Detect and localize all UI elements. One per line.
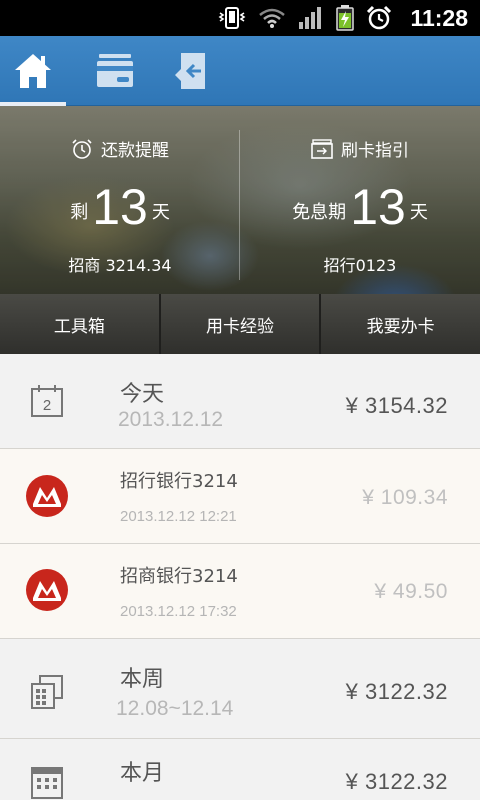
this-week-title: 本周 — [120, 667, 165, 692]
transaction-bank-name: 招商银行3214 — [120, 566, 238, 587]
clock-time: 11:28 — [410, 4, 468, 31]
today-date: 2013.12.12 — [118, 408, 224, 431]
today-title: 今天 — [120, 382, 165, 407]
card-guide-card-info: 招行0123 — [323, 256, 397, 275]
tool-bar: 工具箱 用卡经验 我要办卡 — [0, 294, 480, 354]
card-swipe-icon — [311, 138, 333, 159]
transaction-row[interactable]: 招商银行3214 2013.12.12 17:32 ¥ 49.50 — [0, 544, 480, 639]
transaction-bank-name: 招行银行3214 — [120, 471, 238, 492]
repayment-unit: 天 — [151, 202, 170, 223]
card-return-icon — [175, 53, 205, 89]
interest-free-days: 13 — [350, 179, 406, 235]
spending-list: 2 今天 2013.12.12 ¥ 3154.32 招行银行3214 2013.… — [0, 354, 480, 800]
card-experience-button[interactable]: 用卡经验 — [161, 294, 322, 354]
calendar-week-icon — [31, 675, 63, 709]
cmb-bank-logo-icon — [26, 569, 68, 611]
cmb-bank-logo-icon — [26, 475, 68, 517]
battery-charging-icon — [336, 5, 355, 31]
interest-free-unit: 天 — [409, 202, 428, 223]
tab-card-return[interactable] — [158, 36, 224, 106]
list-item-this-month[interactable]: 本月 ¥ 3122.32 — [0, 739, 480, 800]
transaction-amount: ¥ 49.50 — [374, 580, 448, 603]
this-month-title: 本月 — [120, 761, 165, 786]
vibrate-icon — [218, 7, 246, 29]
list-item-this-week[interactable]: 本周 12.08~12.14 ¥ 3122.32 — [0, 639, 480, 739]
calendar-day-icon: 2 — [31, 385, 63, 417]
home-icon — [15, 54, 51, 88]
transaction-datetime: 2013.12.12 17:32 — [120, 603, 237, 620]
transaction-amount: ¥ 109.34 — [362, 486, 448, 509]
signal-icon — [299, 7, 322, 29]
repayment-days: 13 — [92, 179, 148, 235]
this-month-amount: ¥ 3122.32 — [345, 769, 448, 794]
transaction-datetime: 2013.12.12 12:21 — [120, 508, 237, 525]
repayment-prefix: 剩 — [70, 202, 89, 223]
tab-home[interactable] — [0, 36, 66, 106]
hero-banner: 还款提醒 剩 13 天 招商 3214.34 刷卡指引 免息期 13 天 招行0… — [0, 106, 480, 294]
interest-free-prefix: 免息期 — [292, 202, 347, 223]
repayment-card-info: 招商 3214.34 — [68, 256, 172, 275]
calendar-day-number: 2 — [43, 397, 51, 414]
calendar-month-icon — [31, 767, 63, 799]
status-icons: 11:28 — [218, 0, 468, 36]
card-icon — [97, 54, 133, 87]
top-nav — [0, 36, 480, 106]
transaction-row[interactable]: 招行银行3214 2013.12.12 12:21 ¥ 109.34 — [0, 449, 480, 544]
this-week-amount: ¥ 3122.32 — [345, 679, 448, 704]
this-week-range: 12.08~12.14 — [116, 697, 234, 720]
wifi-icon — [259, 8, 286, 28]
repayment-title: 还款提醒 — [101, 141, 169, 161]
card-guide-panel[interactable]: 刷卡指引 免息期 13 天 招行0123 — [240, 106, 480, 294]
alarm-icon — [367, 5, 392, 30]
repayment-reminder-panel[interactable]: 还款提醒 剩 13 天 招商 3214.34 — [0, 106, 240, 294]
card-guide-title: 刷卡指引 — [341, 141, 409, 161]
tab-cards[interactable] — [82, 36, 148, 106]
today-amount: ¥ 3154.32 — [345, 393, 448, 418]
alarm-clock-icon — [72, 138, 92, 159]
list-item-today[interactable]: 2 今天 2013.12.12 ¥ 3154.32 — [0, 354, 480, 449]
status-bar: 11:28 — [0, 0, 480, 36]
apply-card-button[interactable]: 我要办卡 — [321, 294, 480, 354]
toolbox-button[interactable]: 工具箱 — [0, 294, 161, 354]
